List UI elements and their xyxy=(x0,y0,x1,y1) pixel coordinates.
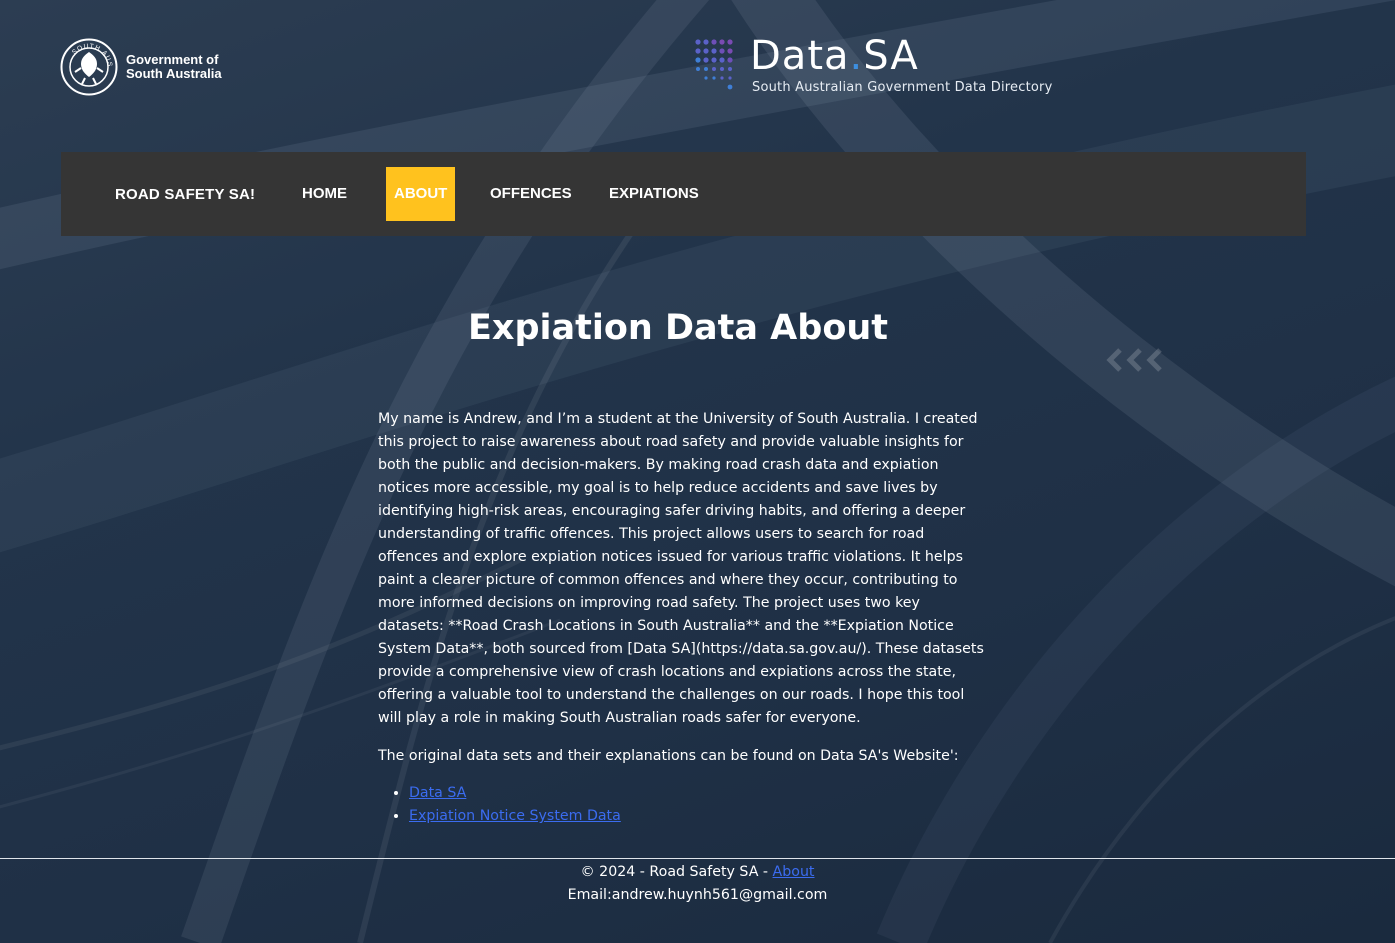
datasa-dot-grid-icon xyxy=(695,39,733,90)
nav-item-expiations[interactable]: EXPIATIONS xyxy=(601,167,707,221)
datasa-logo[interactable]: Data.SA South Australian Government Data… xyxy=(694,34,1052,95)
dataset-links-list: Data SA Expiation Notice System Data xyxy=(378,782,988,828)
page-title: Expiation Data About xyxy=(467,308,889,348)
list-item: Data SA xyxy=(409,782,988,805)
government-of-south-australia-logo[interactable]: SOUTH AUSTRALIA Government of South Aust… xyxy=(60,38,222,96)
site-footer: © 2024 - Road Safety SA - About Email:an… xyxy=(0,858,1395,907)
datasa-name-dot: . xyxy=(849,33,864,79)
nav-item-home[interactable]: HOME xyxy=(294,167,355,221)
datasets-intro-text: The original data sets and their explana… xyxy=(378,748,959,764)
nav-brand-link[interactable]: ROAD SAFETY SA! xyxy=(115,186,255,203)
list-item: Expiation Notice System Data xyxy=(409,805,988,828)
footer-copyright-text: © 2024 - Road Safety SA - xyxy=(580,864,773,880)
expiation-notice-system-data-link[interactable]: Expiation Notice System Data xyxy=(409,808,621,824)
gov-logo-text: Government of South Australia xyxy=(126,53,222,81)
main-navbar: ROAD SAFETY SA! HOME ABOUT OFFENCES EXPI… xyxy=(61,152,1306,236)
footer-copyright-line: © 2024 - Road Safety SA - About xyxy=(0,861,1395,884)
datasa-name-part1: Data xyxy=(750,33,850,79)
data-sa-link[interactable]: Data SA xyxy=(409,785,466,801)
nav-item-about[interactable]: ABOUT xyxy=(386,167,456,221)
site-header: SOUTH AUSTRALIA Government of South Aust… xyxy=(0,0,1395,150)
south-australia-crest-icon: SOUTH AUSTRALIA xyxy=(60,38,118,96)
main-content: Expiation Data About My name is Andrew, … xyxy=(378,290,988,828)
footer-about-link[interactable]: About xyxy=(773,864,815,880)
gov-logo-line1: Government of xyxy=(126,52,219,67)
gov-logo-line2: South Australia xyxy=(126,66,222,81)
nav-item-offences[interactable]: OFFENCES xyxy=(482,167,580,221)
about-paragraph: My name is Andrew, and I’m a student at … xyxy=(378,411,984,726)
footer-email: Email:andrew.huynh561@gmail.com xyxy=(567,887,828,903)
datasa-name-part2: SA xyxy=(863,33,919,79)
datasa-name: Data.SA xyxy=(750,34,1052,78)
datasa-subtitle: South Australian Government Data Directo… xyxy=(752,80,1053,95)
